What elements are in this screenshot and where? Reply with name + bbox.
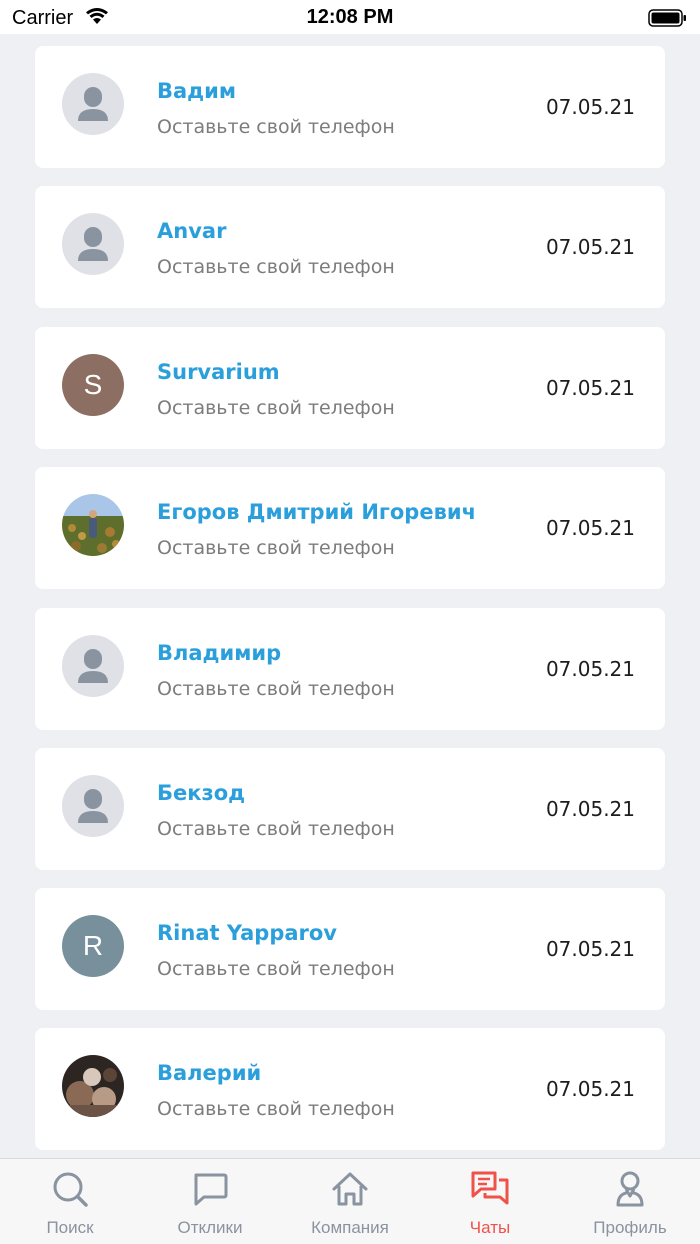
avatar [62, 775, 124, 837]
chat-name: Бекзод [157, 781, 246, 805]
avatar-photo [62, 494, 124, 556]
chat-date: 07.05.21 [545, 235, 635, 259]
person-icon [78, 649, 108, 683]
chat-date: 07.05.21 [545, 95, 635, 119]
battery-icon [648, 9, 686, 27]
person-icon [78, 87, 108, 121]
chat-item[interactable]: Владимир Оставьте свой телефон 07.05.21 [35, 608, 665, 730]
chat-item[interactable]: Вадим Оставьте свой телефон 07.05.21 [35, 46, 665, 168]
chat-name: Егоров Дмитрий Игоревич [157, 500, 476, 524]
chat-item[interactable]: Егоров Дмитрий Игоревич Оставьте свой те… [35, 467, 665, 589]
avatar [62, 73, 124, 135]
chat-name: Валерий [157, 1061, 262, 1085]
chat-preview: Оставьте свой телефон [157, 256, 395, 278]
avatar: R [62, 915, 124, 977]
person-icon [78, 789, 108, 823]
chat-date: 07.05.21 [545, 516, 635, 540]
tab-label: Чаты [469, 1218, 511, 1237]
tab-label: Поиск [46, 1218, 94, 1237]
tab-chats[interactable]: Чаты [420, 1159, 560, 1244]
avatar-initial: R [82, 930, 104, 961]
profile-icon [616, 1171, 644, 1207]
tab-profile[interactable]: Профиль [560, 1159, 700, 1244]
chat-item[interactable]: R Rinat Yapparov Оставьте свой телефон 0… [35, 888, 665, 1010]
home-icon [332, 1172, 368, 1206]
chat-item[interactable]: Валерий Оставьте свой телефон 07.05.21 [35, 1028, 665, 1150]
avatar-image [62, 1055, 124, 1117]
chat-name: Rinat Yapparov [157, 921, 337, 945]
person-icon [78, 227, 108, 261]
tab-search[interactable]: Поиск [0, 1159, 140, 1244]
avatar-initial: S [83, 369, 103, 400]
chat-preview: Оставьте свой телефон [157, 397, 395, 419]
avatar [62, 635, 124, 697]
status-bar: Carrier 12:08 PM [0, 0, 700, 34]
chat-preview: Оставьте свой телефон [157, 1098, 395, 1120]
chat-preview: Оставьте свой телефон [157, 678, 395, 700]
chat-item[interactable]: Бекзод Оставьте свой телефон 07.05.21 [35, 748, 665, 870]
tab-label: Профиль [593, 1218, 667, 1237]
chat-preview: Оставьте свой телефон [157, 958, 395, 980]
chat-date: 07.05.21 [545, 1077, 635, 1101]
avatar: S [62, 354, 124, 416]
avatar-image [62, 494, 124, 556]
tab-label: Компания [311, 1218, 389, 1237]
avatar [62, 213, 124, 275]
avatar-photo [62, 1055, 124, 1117]
chat-date: 07.05.21 [545, 797, 635, 821]
chat-preview: Оставьте свой телефон [157, 116, 395, 138]
search-icon [53, 1172, 88, 1207]
chat-preview: Оставьте свой телефон [157, 537, 395, 559]
chat-name: Survarium [157, 360, 280, 384]
tab-company[interactable]: Компания [280, 1159, 420, 1244]
chat-date: 07.05.21 [545, 657, 635, 681]
chat-item[interactable]: S Survarium Оставьте свой телефон 07.05.… [35, 327, 665, 449]
tab-bar: Поиск Отклики Компания Чаты Профиль [0, 1158, 700, 1244]
chat-name: Вадим [157, 79, 237, 103]
chat-bubble-icon [194, 1173, 228, 1206]
clock: 12:08 PM [306, 6, 394, 28]
chat-name: Владимир [157, 641, 282, 665]
chats-icon [471, 1171, 509, 1205]
chat-item[interactable]: Anvar Оставьте свой телефон 07.05.21 [35, 186, 665, 308]
tab-responses[interactable]: Отклики [140, 1159, 280, 1244]
chat-preview: Оставьте свой телефон [157, 818, 395, 840]
chat-name: Anvar [157, 219, 227, 243]
chat-date: 07.05.21 [545, 376, 635, 400]
tab-label: Отклики [177, 1218, 243, 1237]
chat-date: 07.05.21 [545, 937, 635, 961]
